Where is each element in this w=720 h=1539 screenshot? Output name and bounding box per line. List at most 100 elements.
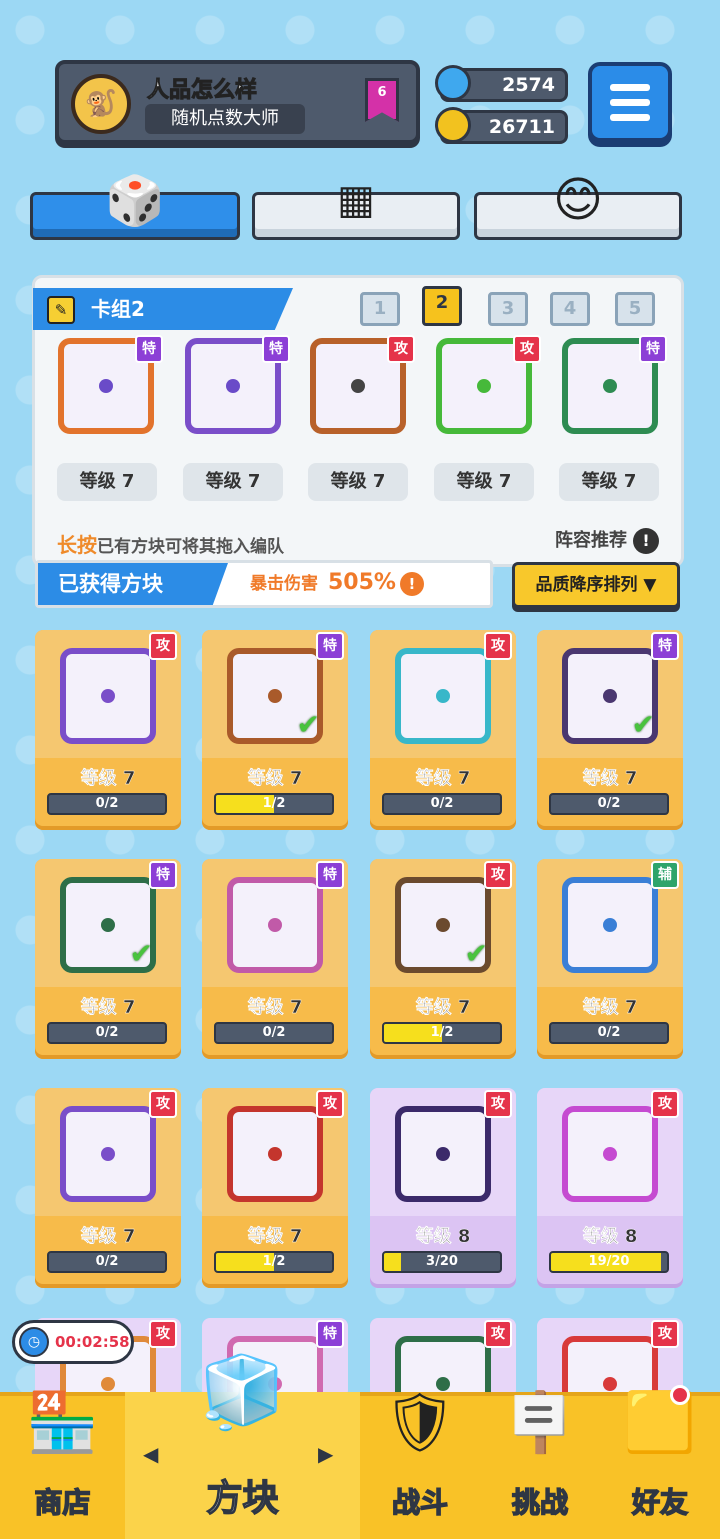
grid-board-icon: ▦ [337,177,375,223]
arrow-left-icon[interactable]: ◀ [143,1442,158,1466]
block-card[interactable]: 攻等级 8 19/20 [537,1088,683,1288]
deck-slot-level: 等级 7 [434,463,534,501]
sort-button[interactable]: 品质降序排列 ▼ [512,562,680,608]
progress-text: 0/2 [597,796,621,811]
pip-icon [603,918,617,932]
type-tag: 攻 [484,632,512,660]
nav-shop[interactable]: 🏪 商店 [0,1388,125,1539]
recommend-button[interactable]: 阵容推荐! [555,526,659,554]
deck-slot-level: 等级 7 [559,463,659,501]
card-level: 等级 7 [247,997,303,1018]
block-card[interactable]: 攻等级 7 0/2 [35,1088,181,1288]
type-tag: 特 [651,632,679,660]
block-face-icon [562,1106,658,1202]
type-tag: 攻 [316,1090,344,1118]
tab-dice[interactable]: 🎲 [30,173,240,240]
block-face-icon [562,877,658,973]
block-card[interactable]: 攻等级 7 0/2 [370,630,516,830]
hint-text: 已有方块可将其拖入编队 [97,537,284,557]
deck-slot[interactable]: 攻 [431,333,541,438]
deck-number-1[interactable]: 1 [360,292,400,326]
arrow-right-icon[interactable]: ▶ [318,1442,333,1466]
type-tag: 攻 [387,335,415,363]
deck-slot[interactable]: 特 [180,333,290,438]
gem-icon [435,65,471,101]
progress-text: 0/2 [95,1254,119,1269]
deck-slot[interactable]: 特 [557,333,667,438]
type-tag: 攻 [651,1320,679,1348]
card-level: 等级 7 [582,997,638,1018]
tab-board[interactable]: ▦ [252,177,460,240]
deck-number-4[interactable]: 4 [550,292,590,326]
block-card[interactable]: 攻等级 7 0/2 [35,630,181,830]
notification-dot [670,1385,690,1405]
nav-battle[interactable]: 🛡 战斗 [360,1388,480,1539]
upgrade-progress: 0/2 [47,793,167,815]
upgrade-progress: 0/2 [47,1022,167,1044]
block-face-icon [60,1106,156,1202]
sword-shield-icon: 🛡 [383,1387,457,1456]
block-card[interactable]: 攻等级 7 1/2 [202,1088,348,1288]
type-tag: 特 [639,335,667,363]
block-card[interactable]: 攻 ✔ 等级 7 1/2 [370,859,516,1059]
upgrade-progress: 1/2 [214,1251,334,1273]
block-card[interactable]: 特 ✔ 等级 7 0/2 [35,859,181,1059]
nav-friends[interactable]: 🟨 好友 [600,1388,720,1539]
progress-text: 1/2 [262,796,286,811]
nav-label: 好友 [631,1485,689,1520]
pip-icon [603,1377,617,1391]
type-tag: 攻 [651,1090,679,1118]
menu-button[interactable] [588,62,672,142]
deck-slot[interactable]: 攻 [305,333,415,438]
progress-text: 19/20 [588,1254,630,1269]
deck-number-3[interactable]: 3 [488,292,528,326]
timer-value: 00:02:58 [55,1333,130,1351]
block-card[interactable]: 特 ✔ 等级 7 1/2 [202,630,348,830]
card-level: 等级 7 [415,997,471,1018]
progress-text: 1/2 [262,1254,286,1269]
avatar[interactable]: 🐒 [71,74,131,134]
clock-icon: ◷ [19,1327,49,1357]
type-tag: 特 [316,1320,344,1348]
rank-number: 6 [377,85,387,100]
deck-number-2[interactable]: 2 [422,286,462,326]
progress-text: 0/2 [430,796,454,811]
pip-icon [268,1147,282,1161]
card-level: 等级 8 [415,1226,471,1247]
crit-damage[interactable]: 暴击伤害 505%! [250,569,424,596]
nav-label: 战斗 [391,1485,449,1520]
block-card[interactable]: 辅等级 7 0/2 [537,859,683,1059]
card-level: 等级 7 [80,1226,136,1247]
card-level: 等级 8 [582,1226,638,1247]
nav-challenge[interactable]: 🪧 挑战 [480,1388,600,1539]
progress-text: 0/2 [95,796,119,811]
coin-icon [435,107,471,143]
card-level: 等级 7 [80,997,136,1018]
card-level: 等级 7 [247,768,303,789]
deck-number-5[interactable]: 5 [615,292,655,326]
block-card[interactable]: 攻等级 8 3/20 [370,1088,516,1288]
upgrade-progress: 1/2 [214,793,334,815]
profile-card[interactable]: 🐒 人品怎么样 随机点数大师 6 [55,60,420,144]
upgrade-progress: 3/20 [382,1251,502,1273]
block-card[interactable]: 特等级 7 0/2 [202,859,348,1059]
tab-skin[interactable]: 😊 [474,172,682,240]
coin-counter[interactable]: 26711 [435,107,568,144]
obtained-title: 已获得方块 [38,563,228,605]
block-card[interactable]: 特 ✔ 等级 7 0/2 [537,630,683,830]
drag-hint: 长按已有方块可将其拖入编队 [57,529,284,558]
rank-badge-icon: 6 [365,78,399,122]
gem-counter[interactable]: 2574 [435,65,568,102]
event-timer[interactable]: ◷ 00:02:58 [12,1320,134,1364]
info-icon: ! [399,572,424,596]
dice-icon: 🎲 [105,172,165,229]
player-title: 随机点数大师 [145,104,305,134]
pip-icon [603,1147,617,1161]
deck-slot-level: 等级 7 [57,463,157,501]
equipped-check-icon: ✔ [129,937,153,970]
pencil-icon[interactable]: ✎ [47,296,75,324]
card-level: 等级 7 [582,768,638,789]
deck-slot[interactable]: 特 [53,333,163,438]
type-tag: 攻 [149,1320,177,1348]
upgrade-progress: 19/20 [549,1251,669,1273]
